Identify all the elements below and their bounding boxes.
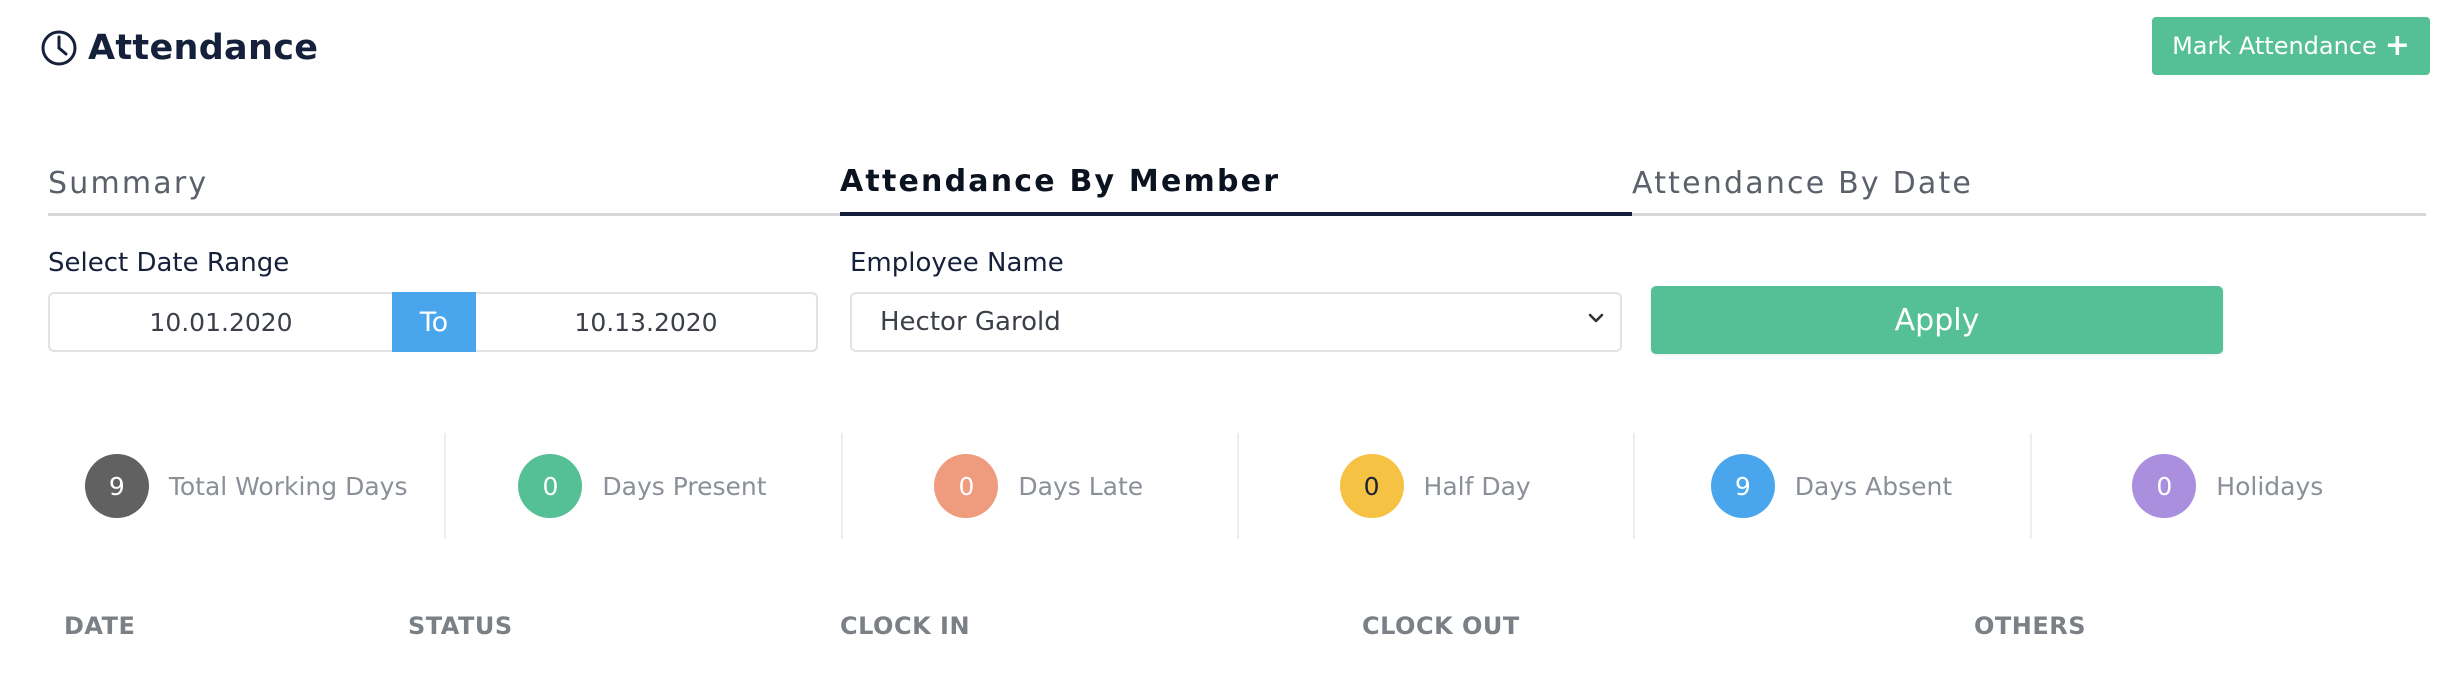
- stat-label: Total Working Days: [168, 471, 408, 501]
- apply-button[interactable]: Apply: [1651, 286, 2223, 354]
- mark-attendance-button[interactable]: Mark Attendance +: [2152, 17, 2430, 75]
- stat-days-late: 0 Days Late: [840, 433, 1237, 539]
- column-header-status[interactable]: STATUS: [408, 612, 513, 640]
- tab-bar: Summary Attendance By Member Attendance …: [48, 150, 2426, 216]
- stat-value-badge: 0: [1339, 454, 1404, 518]
- stat-value-badge: 9: [84, 454, 149, 518]
- date-to-input[interactable]: 10.13.2020: [476, 292, 818, 352]
- plus-icon: +: [2384, 28, 2410, 63]
- stat-days-absent: 9 Days Absent: [1633, 433, 2029, 539]
- stat-label: Half Day: [1423, 471, 1531, 501]
- employee-name-label: Employee Name: [850, 248, 1064, 278]
- employee-select[interactable]: Hector Garold: [850, 292, 1622, 352]
- tab-attendance-by-date[interactable]: Attendance By Date: [1632, 150, 2426, 216]
- date-range-label: Select Date Range: [48, 248, 290, 278]
- mark-attendance-label: Mark Attendance: [2172, 32, 2377, 60]
- column-header-clock-out[interactable]: CLOCK OUT: [1362, 612, 1520, 640]
- tab-attendance-by-member-label: Attendance By Member: [840, 163, 1281, 199]
- stat-holidays: 0 Holidays: [2029, 433, 2426, 539]
- stat-label: Days Present: [602, 471, 767, 501]
- stat-label: Days Late: [1018, 471, 1144, 501]
- page-header: Attendance: [40, 24, 318, 72]
- tab-summary-label: Summary: [48, 165, 209, 201]
- stat-value-badge: 0: [2132, 454, 2197, 518]
- tab-attendance-by-member[interactable]: Attendance By Member: [840, 150, 1632, 216]
- date-range-group: 10.01.2020 To 10.13.2020: [48, 292, 818, 352]
- date-to-separator: To: [392, 292, 476, 352]
- stat-total-working-days: 9 Total Working Days: [48, 433, 444, 539]
- tab-summary[interactable]: Summary: [48, 150, 840, 216]
- stat-half-day: 0 Half Day: [1236, 433, 1633, 539]
- stat-days-present: 0 Days Present: [444, 433, 840, 539]
- attendance-table-header: DATE STATUS CLOCK IN CLOCK OUT OTHERS: [0, 612, 2462, 652]
- column-header-date[interactable]: DATE: [64, 612, 135, 640]
- chevron-down-icon: [1588, 313, 1604, 323]
- stat-value-badge: 9: [1710, 454, 1775, 518]
- tab-attendance-by-date-label: Attendance By Date: [1632, 165, 1974, 201]
- stat-value-badge: 0: [518, 454, 583, 518]
- stat-label: Holidays: [2216, 471, 2324, 501]
- clock-icon: [41, 30, 77, 66]
- date-from-input[interactable]: 10.01.2020: [48, 292, 392, 352]
- column-header-clock-in[interactable]: CLOCK IN: [840, 612, 970, 640]
- employee-selected-value: Hector Garold: [880, 307, 1061, 337]
- stat-value-badge: 0: [934, 454, 999, 518]
- column-header-others[interactable]: OTHERS: [1974, 612, 2086, 640]
- stat-label: Days Absent: [1794, 471, 1953, 501]
- page-title: Attendance: [88, 28, 319, 68]
- stats-row: 9 Total Working Days 0 Days Present 0 Da…: [48, 433, 2426, 539]
